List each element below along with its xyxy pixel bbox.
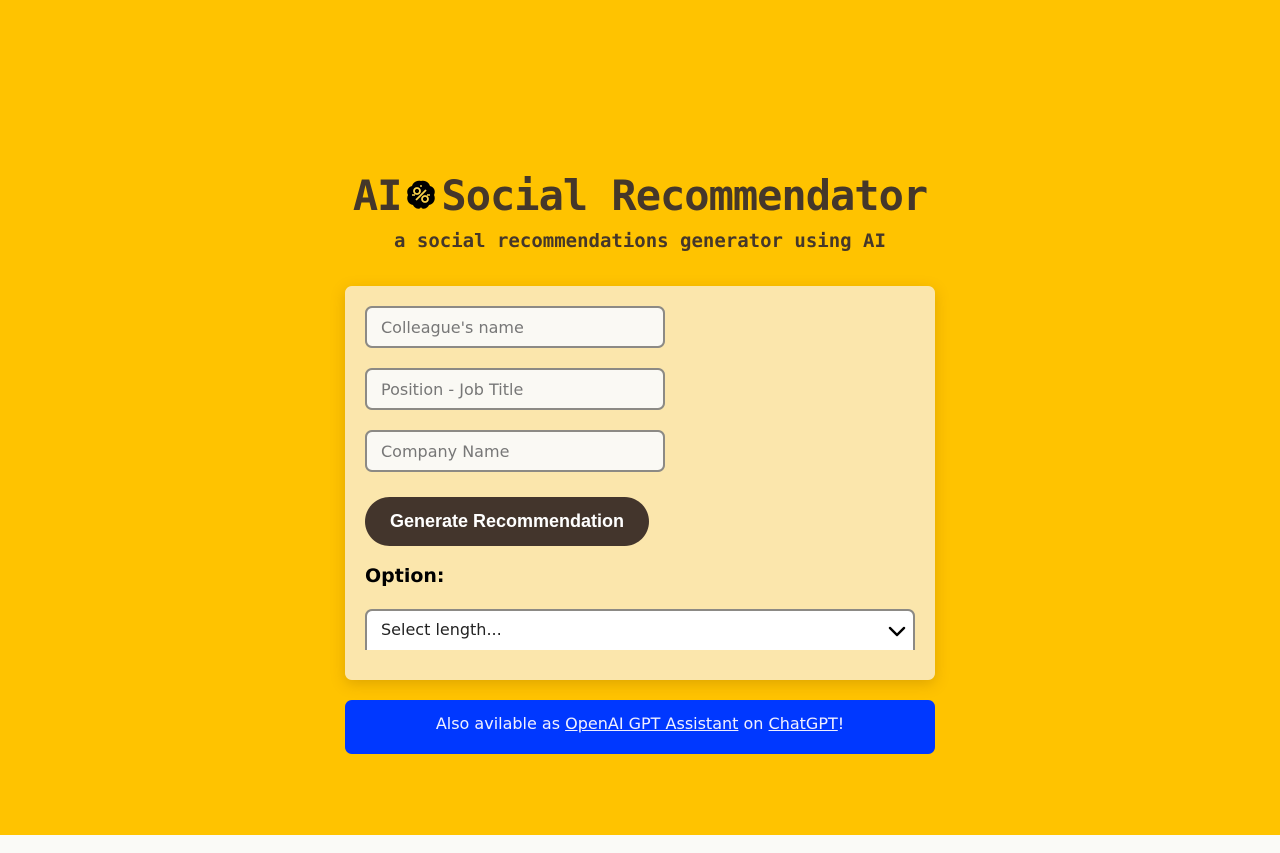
page-subtitle: a social recommendations generator using…	[394, 230, 886, 252]
length-select-value: Select length...	[381, 620, 502, 639]
length-select[interactable]: Select length...	[365, 609, 915, 650]
gpt-assistant-banner: Also avilable as OpenAI GPT Assistant on…	[345, 700, 935, 754]
colleague-name-input[interactable]	[365, 306, 665, 348]
banner-text-before: Also avilable as	[435, 714, 566, 733]
form-card: Generate Recommendation Option: Select l…	[345, 286, 935, 680]
generate-recommendation-button[interactable]: Generate Recommendation	[365, 497, 649, 546]
banner-text-after: !	[837, 714, 845, 733]
main-container: AI Social Recommendator a social recomme…	[345, 168, 935, 754]
page-title: AI Social Recommendator	[345, 168, 935, 222]
chevron-down-icon	[887, 621, 907, 641]
company-name-input[interactable]	[365, 430, 665, 472]
openai-gpt-assistant-link[interactable]: OpenAI GPT Assistant	[565, 714, 738, 733]
brain-icon	[404, 178, 438, 212]
title-main: Social Recommendator	[441, 170, 928, 220]
job-title-input[interactable]	[365, 368, 665, 410]
chatgpt-link[interactable]: ChatGPT	[769, 714, 838, 733]
title-prefix: AI	[352, 170, 403, 220]
banner-text-middle: on	[738, 714, 769, 733]
option-label: Option:	[365, 565, 445, 587]
